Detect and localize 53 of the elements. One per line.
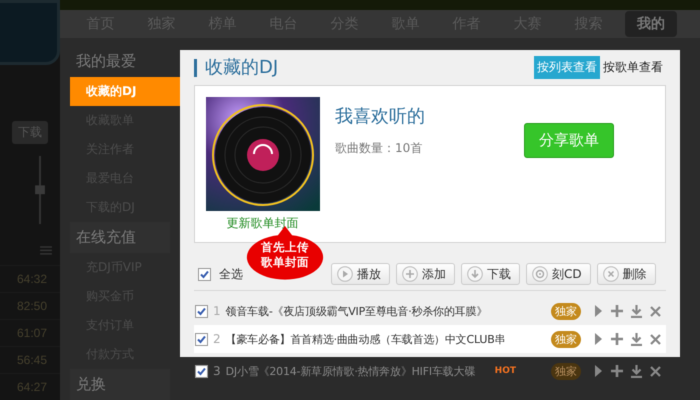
sidebar-heading: 在线充值 [70, 222, 170, 253]
track-title: DJ小雪《2014-新草原情歌·热情奔放》HIFI车载大碟 [226, 364, 476, 378]
close-icon [602, 266, 619, 282]
add-button[interactable]: 添加 [396, 263, 455, 285]
download-icon[interactable] [631, 304, 642, 318]
checkbox[interactable] [195, 332, 208, 346]
share-playlist-button[interactable]: 分享歌单 [524, 123, 614, 158]
track-title: 【豪车必备】首首精选·曲曲动感（车载首选）中文CLUB串 [226, 332, 506, 346]
view-tab[interactable]: 按歌单查看 [600, 56, 666, 79]
volume-slider-drawing [34, 156, 46, 224]
exclusive-tag: 独家 [551, 330, 581, 348]
download-icon[interactable] [631, 364, 642, 378]
hot-label: HOT [494, 366, 516, 376]
playlist-name: 我喜欢听的 [335, 105, 426, 128]
plus-icon [402, 266, 418, 282]
player-screen [0, 0, 60, 65]
download-icon [467, 266, 483, 282]
track-number: 2 [213, 332, 221, 346]
nav-tab[interactable]: 我的 [625, 11, 677, 37]
update-cover-link[interactable]: 更新歌单封面 [226, 215, 298, 232]
download-icon[interactable] [631, 332, 642, 346]
view-tab[interactable]: 按列表查看 [534, 56, 600, 79]
play-button[interactable]: 播放 [331, 263, 390, 285]
play-icon [337, 266, 353, 282]
close-icon[interactable] [650, 366, 661, 376]
play-icon[interactable] [594, 365, 603, 377]
checkbox[interactable] [195, 364, 208, 378]
callout-text: 首先上传 歌单封面 [260, 240, 310, 270]
track-title: 领音车载-《夜店顶级霸气VIP至尊电音·秒杀你的耳膜》 [226, 304, 488, 318]
track-number: 3 [213, 364, 221, 378]
close-icon[interactable] [650, 334, 661, 344]
delete-button[interactable]: 删除 [596, 263, 656, 285]
track-row[interactable]: 1 领音车载-《夜店顶级霸气VIP至尊电音·秒杀你的耳膜》 独家 [194, 297, 666, 325]
checkbox[interactable] [198, 268, 211, 280]
track-number: 1 [213, 304, 221, 318]
play-icon[interactable] [594, 333, 603, 345]
download-button[interactable]: 下载 [461, 263, 520, 285]
plus-icon[interactable] [611, 365, 623, 377]
sidebar-item[interactable]: 收藏的DJ [70, 77, 180, 106]
sidebar-heading: 兑换 [70, 369, 170, 400]
select-all-label: 全选 [219, 266, 243, 282]
exclusive-tag: 独家 [551, 302, 581, 320]
checkbox[interactable] [195, 304, 208, 318]
play-icon[interactable] [594, 305, 603, 317]
track-row[interactable]: 2 【豪车必备】首首精选·曲曲动感（车载首选）中文CLUB串 独家 [194, 325, 666, 353]
disc-button[interactable]: 刻CD [526, 263, 591, 285]
sidebar-heading: 我的最爱 [75, 52, 137, 72]
close-icon[interactable] [650, 306, 661, 316]
disc-icon [532, 266, 548, 282]
plus-icon[interactable] [611, 333, 623, 345]
song-count: 歌曲数量：10首 [335, 140, 424, 157]
plus-icon[interactable] [611, 305, 623, 317]
exclusive-tag: 独家 [551, 362, 581, 380]
